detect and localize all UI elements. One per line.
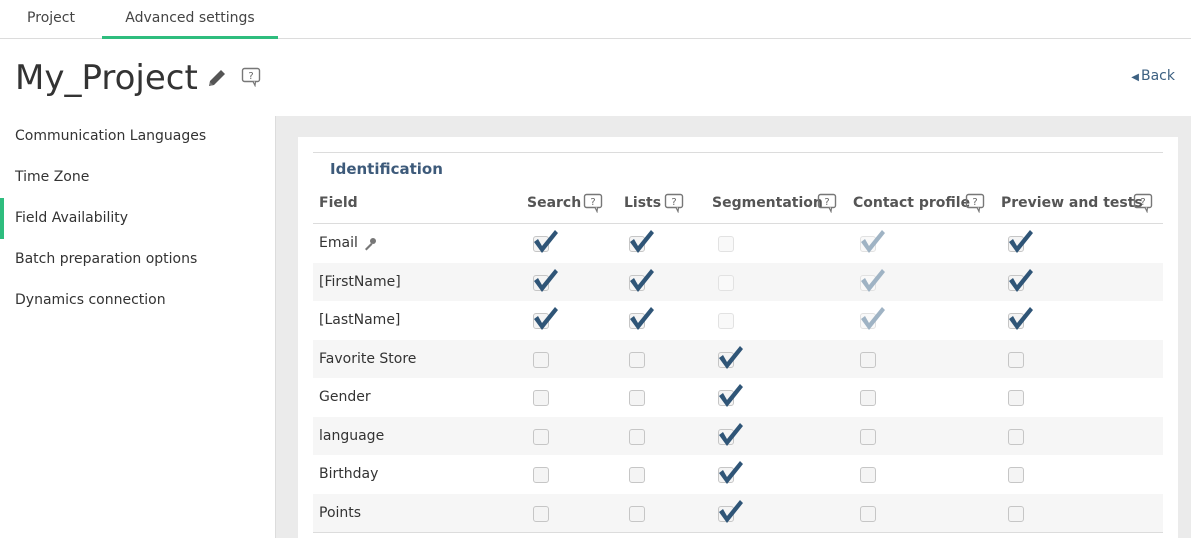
section-title: Identification	[330, 160, 443, 178]
page-title: My_Project	[15, 58, 198, 98]
field-name: Birthday	[319, 466, 379, 482]
availability-checkbox	[851, 301, 891, 339]
back-label: Back	[1141, 68, 1175, 84]
field-name: [FirstName]	[319, 273, 401, 290]
availability-checkbox	[709, 224, 749, 262]
availability-checkbox[interactable]	[620, 340, 660, 378]
availability-checkbox[interactable]	[620, 494, 660, 532]
tab-advanced-settings[interactable]: Advanced settings	[102, 0, 278, 39]
svg-text:?: ?	[590, 197, 595, 208]
column-header-lists: Lists	[624, 195, 662, 211]
sidebar-item-batch-preparation[interactable]: Batch preparation options	[0, 239, 275, 280]
column-header-search: Search	[527, 195, 582, 211]
divider	[313, 152, 1163, 153]
availability-checkbox[interactable]	[620, 378, 660, 416]
sidebar: Communication Languages Time Zone Field …	[0, 116, 276, 538]
column-header-contact-profile: Contact profile	[853, 195, 971, 211]
svg-text:?: ?	[972, 197, 977, 208]
svg-text:?: ?	[824, 197, 829, 208]
availability-checkbox[interactable]	[851, 494, 891, 532]
table-row: [LastName]	[313, 301, 1163, 339]
help-icon[interactable]: ?	[1133, 193, 1153, 213]
availability-checkbox[interactable]	[709, 455, 749, 493]
availability-checkbox[interactable]	[851, 417, 891, 455]
availability-checkbox[interactable]	[524, 340, 564, 378]
availability-checkbox[interactable]	[709, 378, 749, 416]
availability-checkbox[interactable]	[620, 263, 660, 301]
availability-checkbox[interactable]	[524, 378, 564, 416]
availability-checkbox[interactable]	[999, 417, 1039, 455]
availability-checkbox[interactable]	[851, 455, 891, 493]
availability-checkbox[interactable]	[709, 494, 749, 532]
availability-checkbox[interactable]	[524, 224, 564, 262]
sidebar-item-dynamics-connection[interactable]: Dynamics connection	[0, 280, 275, 321]
table-bottom-divider	[313, 532, 1163, 533]
table-row: language	[313, 416, 1163, 455]
field-name: language	[319, 427, 385, 444]
column-header-field: Field	[319, 195, 358, 211]
field-name: [LastName]	[319, 312, 401, 328]
column-header-segmentation: Segmentation	[712, 195, 823, 211]
table-row: Birthday	[313, 455, 1163, 493]
table-row: Gender	[313, 378, 1163, 416]
availability-checkbox	[709, 301, 749, 339]
availability-checkbox[interactable]	[620, 224, 660, 262]
back-triangle-icon: ◀	[1131, 72, 1139, 83]
table-row: [FirstName]	[313, 262, 1163, 301]
availability-checkbox[interactable]	[620, 417, 660, 455]
availability-checkbox[interactable]	[524, 417, 564, 455]
table-row: Email	[313, 224, 1163, 262]
back-link[interactable]: ◀ Back	[1131, 68, 1175, 84]
availability-checkbox[interactable]	[620, 301, 660, 339]
key-icon	[365, 238, 376, 251]
svg-text:?: ?	[671, 197, 676, 208]
field-name: Points	[319, 504, 362, 521]
availability-checkbox[interactable]	[999, 378, 1039, 416]
availability-checkbox[interactable]	[851, 378, 891, 416]
help-icon[interactable]: ?	[241, 67, 261, 87]
availability-checkbox[interactable]	[524, 301, 564, 339]
availability-checkbox[interactable]	[620, 455, 660, 493]
sidebar-item-time-zone[interactable]: Time Zone	[0, 157, 275, 198]
column-header-preview-tests: Preview and tests	[1001, 195, 1143, 211]
availability-checkbox[interactable]	[999, 340, 1039, 378]
availability-checkbox[interactable]	[999, 301, 1039, 339]
availability-checkbox	[709, 263, 749, 301]
availability-checkbox[interactable]	[999, 263, 1039, 301]
table-row: Points	[313, 493, 1163, 532]
availability-checkbox[interactable]	[999, 224, 1039, 262]
help-icon[interactable]: ?	[583, 193, 603, 213]
table-row: Favorite Store	[313, 339, 1163, 378]
availability-checkbox[interactable]	[709, 417, 749, 455]
svg-text:?: ?	[248, 71, 253, 82]
page-header: My_Project ? ◀ Back	[0, 40, 1191, 116]
availability-checkbox[interactable]	[851, 340, 891, 378]
availability-checkbox[interactable]	[999, 494, 1039, 532]
availability-checkbox[interactable]	[524, 494, 564, 532]
pencil-icon[interactable]	[206, 67, 228, 89]
field-name: Favorite Store	[319, 350, 417, 367]
availability-checkbox[interactable]	[524, 455, 564, 493]
help-icon[interactable]: ?	[965, 193, 985, 213]
sidebar-item-communication-languages[interactable]: Communication Languages	[0, 116, 275, 157]
field-name: Gender	[319, 389, 371, 405]
availability-checkbox[interactable]	[524, 263, 564, 301]
availability-checkbox[interactable]	[709, 340, 749, 378]
tab-bar: Project Advanced settings	[0, 0, 1191, 39]
availability-checkbox	[851, 224, 891, 262]
field-name: Email	[319, 235, 358, 251]
availability-checkbox[interactable]	[999, 455, 1039, 493]
tab-project[interactable]: Project	[0, 0, 102, 39]
availability-checkbox	[851, 263, 891, 301]
help-icon[interactable]: ?	[817, 193, 837, 213]
sidebar-item-field-availability[interactable]: Field Availability	[0, 198, 275, 239]
help-icon[interactable]: ?	[664, 193, 684, 213]
svg-text:?: ?	[1140, 197, 1145, 208]
